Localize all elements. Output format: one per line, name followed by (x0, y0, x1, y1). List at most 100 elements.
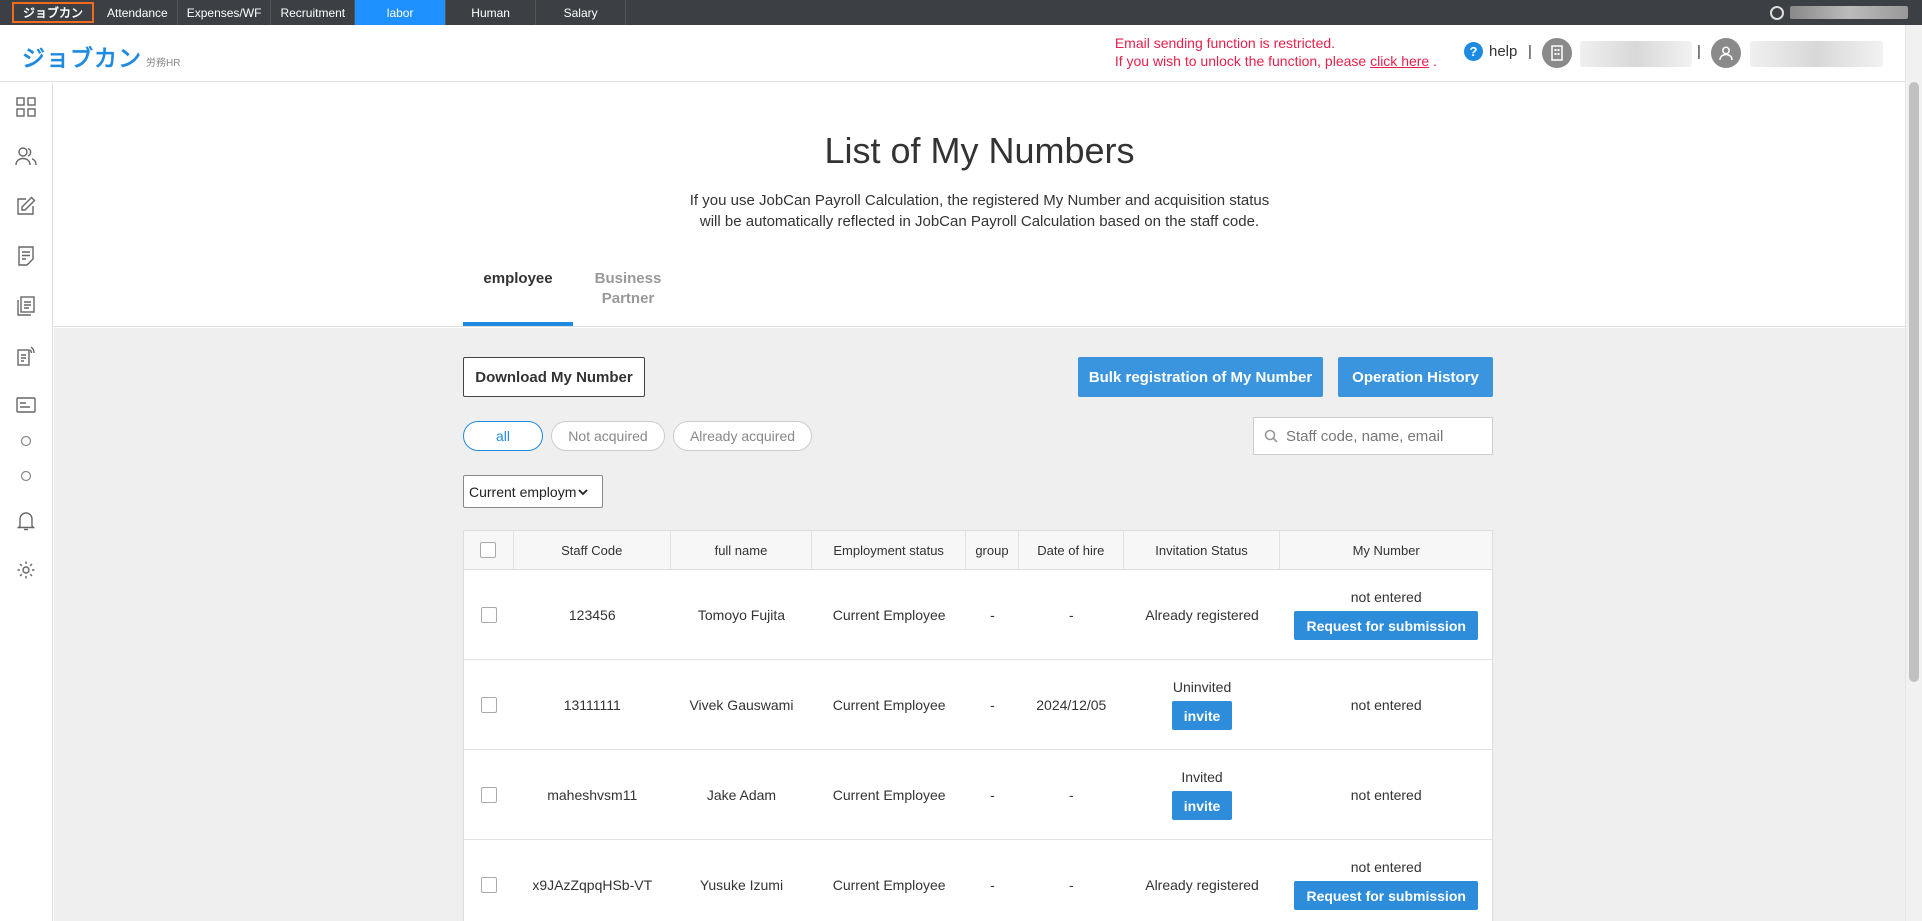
service-bar: ジョブカン Attendance Expenses/WF Recruitment… (0, 0, 1922, 25)
dashboard-icon[interactable] (14, 95, 38, 119)
column-header-employment-status[interactable]: Employment status (812, 531, 967, 569)
request-submission-button[interactable]: Request for submission (1294, 881, 1478, 910)
my-number-status: not entered (1350, 589, 1422, 605)
invite-button[interactable]: invite (1171, 701, 1233, 730)
date-of-hire-cell: - (1068, 876, 1074, 893)
bell-icon[interactable] (14, 509, 38, 533)
invitation-status-text: Already registered (1145, 606, 1259, 623)
account-name-redacted[interactable] (1790, 6, 1908, 19)
request-submission-button[interactable]: Request for submission (1294, 611, 1478, 640)
header-separator-2: | (1697, 43, 1701, 60)
service-tab-salary[interactable]: Salary (536, 0, 627, 25)
filter-not-acquired[interactable]: Not acquired (551, 421, 665, 451)
brand-service-link[interactable]: ジョブカン (12, 2, 95, 23)
service-tab-recruitment[interactable]: Recruitment (271, 0, 356, 25)
page-scrollbar[interactable] (1905, 25, 1922, 921)
chevron-down-icon (578, 488, 589, 495)
search-input[interactable]: Staff code, name, email (1253, 417, 1493, 455)
row-select-cell (464, 840, 514, 921)
page-header-area: List of My Numbers If you use JobCan Pay… (54, 83, 1905, 327)
employment-status-select[interactable]: Current employm (463, 475, 603, 508)
notice-line-1: Email sending function is restricted. (1114, 35, 1336, 51)
card-icon[interactable] (14, 393, 38, 417)
staff-code-cell: 13111111 (563, 696, 621, 713)
scrollbar-thumb[interactable] (1909, 82, 1919, 682)
row-select-cell (464, 570, 514, 659)
my-number-status: not entered (1350, 859, 1422, 875)
service-tab-attendance[interactable]: Attendance (98, 0, 178, 25)
tab-business-partner[interactable]: Business Partner (573, 260, 683, 326)
tab-employee[interactable]: employee (463, 260, 573, 326)
full-name-cell: Vivek Gauswami (689, 696, 794, 713)
notice-suffix: . (1429, 53, 1437, 69)
download-my-number-button[interactable]: Download My Number (463, 357, 645, 397)
service-tab-human[interactable]: Human (446, 0, 537, 25)
service-tab-expenses[interactable]: Expenses/WF (178, 0, 272, 25)
gear-icon[interactable] (14, 558, 38, 582)
row-checkbox[interactable] (480, 786, 497, 803)
notice-text: If you wish to unlock the function, plea… (1114, 53, 1371, 69)
document-icon[interactable] (14, 244, 38, 268)
unlock-link[interactable]: click here (1370, 53, 1429, 69)
circle-icon[interactable] (14, 464, 38, 488)
column-header-staff-code[interactable]: Staff Code (514, 531, 671, 569)
select-all-checkbox[interactable] (480, 542, 497, 558)
operation-history-button[interactable]: Operation History (1338, 357, 1493, 397)
column-header-my-number[interactable]: My Number (1280, 531, 1492, 569)
column-header-date-of-hire[interactable]: Date of hire (1019, 531, 1124, 569)
list-content-area: Download My Number Bulk registration of … (54, 328, 1905, 921)
tab-bar: employee Business Partner (463, 260, 683, 326)
employment-status-cell: Current Employee (832, 876, 946, 893)
form-icon[interactable] (14, 344, 38, 368)
user-name-redacted[interactable] (1750, 41, 1883, 67)
table-row[interactable]: maheshvsm11 Jake Adam Current Employee -… (464, 750, 1492, 840)
date-of-hire-cell: - (1068, 786, 1074, 803)
column-header-group[interactable]: group (966, 531, 1019, 569)
employment-status-cell: Current Employee (832, 606, 946, 623)
row-checkbox[interactable] (480, 876, 497, 893)
app-header: ジョブカン 労務HR Email sending function is res… (0, 25, 1905, 82)
date-of-hire-cell: - (1068, 606, 1074, 623)
row-select-cell (464, 660, 514, 749)
company-icon[interactable] (1542, 38, 1572, 68)
table-row[interactable]: 13111111 Vivek Gauswami Current Employee… (464, 660, 1492, 750)
row-checkbox[interactable] (480, 696, 497, 713)
account-icon[interactable] (1770, 5, 1784, 20)
help-link[interactable]: ? help (1464, 42, 1517, 61)
table-row[interactable]: x9JAzZqpqHSb-VT Yusuke Izumi Current Emp… (464, 840, 1492, 921)
user-icon[interactable] (1711, 38, 1741, 68)
row-checkbox[interactable] (480, 606, 497, 623)
description-line-1: If you use JobCan Payroll Calculation, t… (689, 192, 1270, 209)
edit-icon[interactable] (14, 194, 38, 218)
bulk-registration-button[interactable]: Bulk registration of My Number (1078, 357, 1323, 397)
files-icon[interactable] (14, 294, 38, 318)
full-name-cell: Jake Adam (706, 786, 777, 803)
email-restriction-notice: Email sending function is restricted. If… (1115, 34, 1437, 70)
service-tab-labor[interactable]: labor (355, 0, 447, 25)
employment-status-cell: Current Employee (832, 786, 946, 803)
description-line-2: will be automatically reflected in JobCa… (699, 213, 1260, 230)
group-cell: - (990, 696, 995, 713)
search-placeholder: Staff code, name, email (1286, 427, 1444, 445)
staff-code-cell: x9JAzZqpqHSb-VT (532, 876, 653, 893)
my-number-cell: not entered (1280, 660, 1492, 749)
column-header-full-name[interactable]: full name (671, 531, 813, 569)
group-cell: - (990, 786, 995, 803)
app-logo[interactable]: ジョブカン 労務HR (22, 39, 180, 73)
filter-all[interactable]: all (463, 421, 543, 451)
select-all-cell (464, 531, 514, 569)
circle-icon[interactable] (14, 429, 38, 453)
full-name-cell: Tomoyo Fujita (697, 606, 786, 623)
invite-button[interactable]: invite (1171, 791, 1233, 820)
invitation-status-cell: Invited invite (1124, 750, 1281, 839)
filter-already-acquired[interactable]: Already acquired (673, 421, 812, 451)
staff-code-cell: maheshvsm11 (547, 786, 638, 803)
company-name-redacted[interactable] (1580, 41, 1692, 67)
column-header-invitation-status[interactable]: Invitation Status (1124, 531, 1281, 569)
table-row[interactable]: 123456 Tomoyo Fujita Current Employee - … (464, 570, 1492, 660)
select-value: Current employm (469, 483, 577, 500)
people-icon[interactable] (14, 144, 38, 168)
sidebar-nav (0, 83, 53, 921)
table-header: Staff Code full name Employment status g… (464, 531, 1492, 570)
invitation-status-text: Already registered (1145, 876, 1259, 893)
